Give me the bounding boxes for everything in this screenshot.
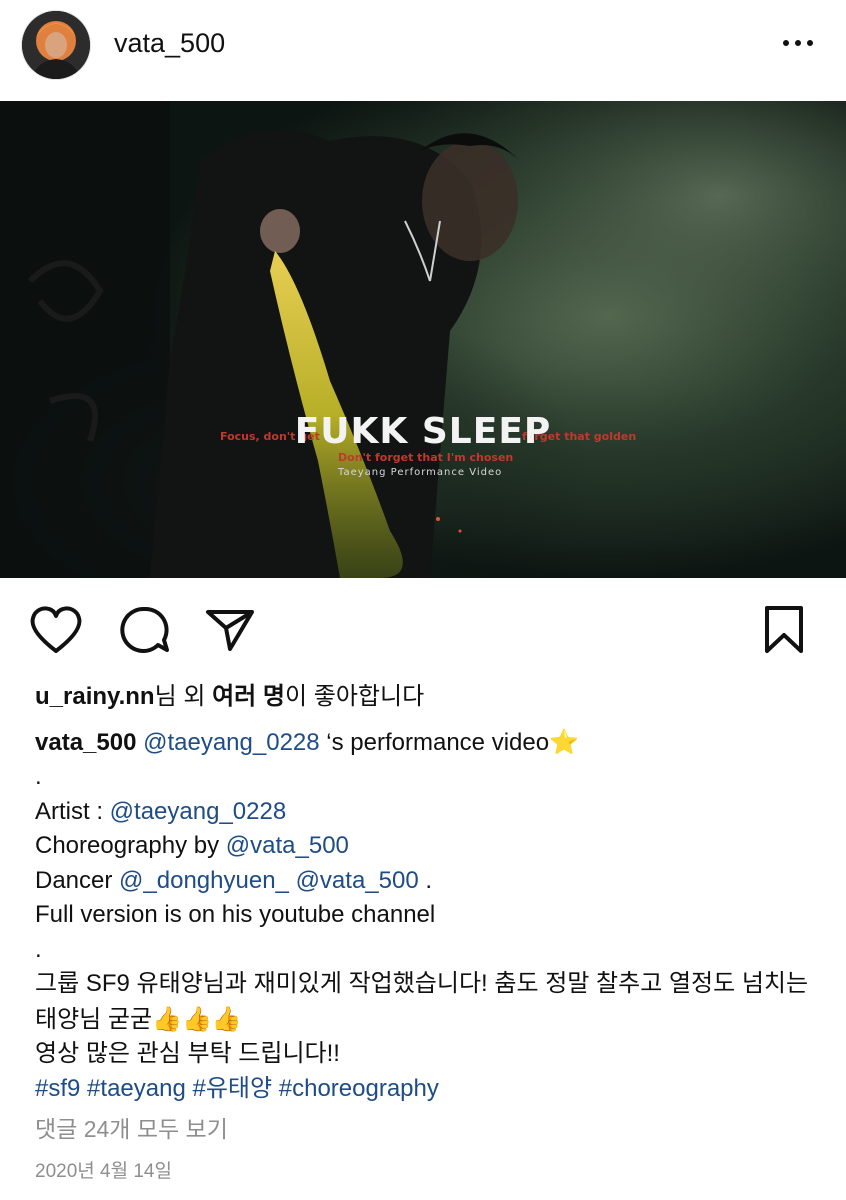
video-frame [0,101,846,578]
caption-dot: . [35,763,42,790]
full-version-line: Full version is on his youtube channel [35,901,436,928]
post-video[interactable]: Focus, don't get forget that golden FUKK… [0,101,846,578]
hashtag-sf9[interactable]: #sf9 [35,1075,80,1102]
mention-dancer-1[interactable]: @_donghyuen_ [119,867,289,894]
overlay-title: FUKK SLEEP [294,411,552,452]
mention-choreographer[interactable]: @vata_500 [226,832,349,859]
overlay-subtitle: Taeyang Performance Video [338,467,503,478]
thumbs-up-emoji: 👍👍👍 [152,1004,242,1033]
caption-author[interactable]: vata_500 [35,729,136,756]
post-header: vata_500 [0,0,846,100]
hashtags-line: #sf9 #taeyang #유태양 #choreography [35,1072,825,1107]
mention-dancer-2[interactable]: @vata_500 [296,867,419,894]
star-emoji: ⭐ [549,727,579,756]
heart-icon[interactable] [26,600,86,660]
likes-others[interactable]: 여러 명 [212,683,285,710]
hashtag-taeyang[interactable]: #taeyang [87,1075,186,1102]
hashtag-korean-name[interactable]: #유태양 [192,1075,272,1102]
post-username[interactable]: vata_500 [114,28,225,59]
korean-caption-2: 영상 많은 관심 부탁 드립니다!! [35,1040,340,1067]
post-actions [0,600,846,664]
dancer-line: Dancer @_donghyuen_ @vata_500 . [35,866,433,894]
korean-caption-1: 그룹 SF9 유태양님과 재미있게 작업했습니다! 춤도 정말 찰추고 열정도 … [35,970,809,1033]
post-text: u_rainy.nn님 외 여러 명이 좋아합니다 vata_500 @taey… [35,680,825,1106]
avatar[interactable] [22,11,90,79]
mention-artist[interactable]: @taeyang_0228 [110,798,287,825]
view-all-comments-link[interactable]: 댓글 24개 모두 보기 [35,1110,228,1144]
choreography-line: Choreography by @vata_500 [35,832,349,859]
post-date: 2020년 4월 14일 [35,1161,172,1182]
bookmark-icon[interactable] [754,600,814,660]
comment-icon[interactable] [114,600,174,660]
liker-username[interactable]: u_rainy.nn [35,683,155,710]
likes-line: u_rainy.nn님 외 여러 명이 좋아합니다 [35,683,425,710]
mention-taeyang[interactable]: @taeyang_0228 [143,729,320,756]
overlay-lyric-line2: Don't forget that I'm chosen [338,451,514,464]
more-options-icon[interactable] [776,30,820,56]
hashtag-choreography[interactable]: #choreography [279,1075,439,1102]
artist-line: Artist : @taeyang_0228 [35,797,287,825]
caption-first-line: vata_500 @taeyang_0228 ‘s performance vi… [35,727,579,756]
paper-plane-icon[interactable] [200,600,260,660]
caption-dot-2: . [35,935,42,963]
